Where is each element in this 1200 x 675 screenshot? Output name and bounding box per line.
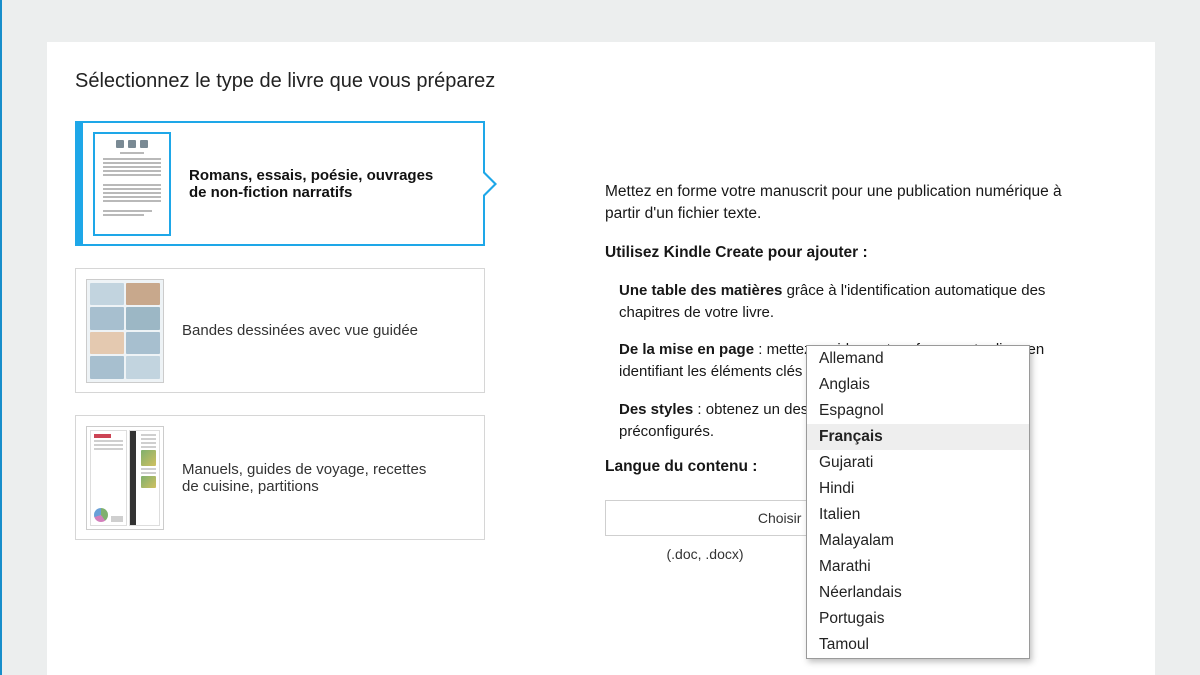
card-label: Manuels, guides de voyage, recettes de c… xyxy=(182,461,442,495)
language-option[interactable]: Anglais xyxy=(807,372,1029,398)
language-option[interactable]: Espagnol xyxy=(807,398,1029,424)
manual-spread-icon xyxy=(86,426,164,530)
language-label: Langue du contenu : xyxy=(605,458,757,476)
language-option[interactable]: Marathi xyxy=(807,554,1029,580)
subhead: Utilisez Kindle Create pour ajouter : xyxy=(605,244,1065,262)
text-page-icon xyxy=(93,132,171,236)
file-hint: (.doc, .docx) xyxy=(605,546,805,562)
section-title: Sélectionnez le type de livre que vous p… xyxy=(75,70,1127,93)
language-option[interactable]: Gujarati xyxy=(807,450,1029,476)
card-label: Bandes dessinées avec vue guidée xyxy=(182,322,418,339)
book-type-card-manuals[interactable]: Manuels, guides de voyage, recettes de c… xyxy=(75,415,485,540)
feature-toc: Une table des matières grâce à l'identif… xyxy=(619,280,1065,324)
language-option[interactable]: Allemand xyxy=(807,346,1029,372)
language-option[interactable]: Portugais xyxy=(807,606,1029,632)
language-option[interactable]: Néerlandais xyxy=(807,580,1029,606)
language-option[interactable]: Français xyxy=(807,424,1029,450)
language-option[interactable]: Hindi xyxy=(807,476,1029,502)
comic-grid-icon xyxy=(86,279,164,383)
language-dropdown[interactable]: AllemandAnglaisEspagnolFrançaisGujaratiH… xyxy=(806,345,1030,659)
card-label: Romans, essais, poésie, ouvrages de non-… xyxy=(189,167,449,201)
lead-text: Mettez en forme votre manuscrit pour une… xyxy=(605,181,1065,226)
book-type-card-novels[interactable]: Romans, essais, poésie, ouvrages de non-… xyxy=(75,121,485,246)
app-window: Sélectionnez le type de livre que vous p… xyxy=(0,0,1200,675)
book-type-list: Romans, essais, poésie, ouvrages de non-… xyxy=(75,121,485,562)
language-option[interactable]: Tamoul xyxy=(807,632,1029,658)
book-type-card-comics[interactable]: Bandes dessinées avec vue guidée xyxy=(75,268,485,393)
language-option[interactable]: Malayalam xyxy=(807,528,1029,554)
language-option[interactable]: Italien xyxy=(807,502,1029,528)
